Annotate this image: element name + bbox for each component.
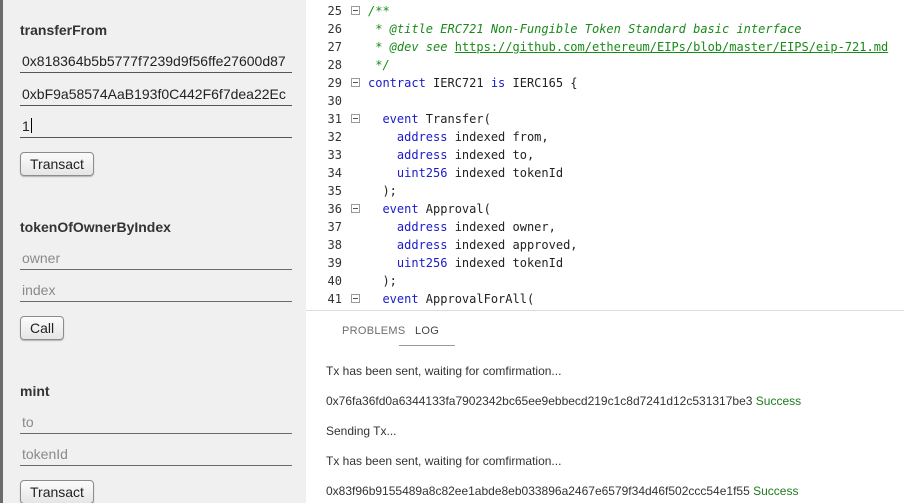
tx-hash: 0x83f96b9155489a8c82ee1abde8eb033896a246… [326,484,750,498]
line-number: 41 [327,292,342,306]
method-tokenOfOwnerByIndex: tokenOfOwnerByIndex owner index Call [20,217,292,340]
line-number: 39 [327,256,342,270]
line-number: 27 [327,40,342,54]
line-number: 34 [327,166,342,180]
to-input[interactable]: 0xbF9a58574AaB193f0C442F6f7dea22Ec [20,84,292,106]
line-number: 32 [327,130,342,144]
mint-to-input[interactable]: to [20,412,292,434]
method-title: tokenOfOwnerByIndex [20,219,171,235]
panel-accent-bar [0,0,3,503]
code-text: uint256 indexed tokenId [368,256,564,270]
code-line: 31 event Transfer( [306,110,904,128]
code-text: ); [368,274,397,288]
code-text: event ApprovalForAll( [368,292,535,306]
code-text: address indexed approved, [368,238,578,252]
line-number: 31 [327,112,342,126]
code-line: 34 uint256 indexed tokenId [306,164,904,182]
code-text: contract IERC721 is IERC165 { [368,76,578,90]
code-text: * @dev see https://github.com/ethereum/E… [368,40,889,54]
from-input[interactable]: 0x818364b5b5777f7239d9f56ffe27600d87 [20,51,292,73]
code-line: 30 [306,92,904,110]
line-number: 33 [327,148,342,162]
fold-toggle-icon[interactable] [351,294,360,303]
tokenOfOwnerByIndex-call-button[interactable]: Call [20,316,65,340]
method-title: transferFrom [20,22,108,38]
mint-tokenId-input[interactable]: tokenId [20,444,292,466]
code-line: 37 address indexed owner, [306,218,904,236]
code-editor[interactable]: 25 /** 26 * @title ERC721 Non-Fungible Tok… [306,0,904,310]
code-text: address indexed from, [368,130,549,144]
code-text: address indexed owner, [368,220,556,234]
tab-log-label: LOG [415,325,440,337]
code-line: 36 event Approval( [306,200,904,218]
index-input[interactable]: index [20,280,292,302]
transferFrom-transact-button[interactable]: Transact [20,152,94,176]
code-text: uint256 indexed tokenId [368,166,564,180]
tokenId-input[interactable]: 1 [20,116,292,138]
success-status: Success [755,394,802,408]
method-transferFrom: transferFrom 0x818364b5b5777f7239d9f56ff… [20,20,292,176]
code-line: 41 event ApprovalForAll( [306,290,904,308]
code-text: ); [368,184,397,198]
fold-toggle-icon[interactable] [351,114,360,123]
code-text: address indexed to, [368,148,535,162]
code-line: 25 /** [306,2,904,20]
line-number: 38 [327,238,342,252]
contract-methods-panel: transferFrom 0x818364b5b5777f7239d9f56ff… [0,0,306,503]
method-mint: mint to tokenId Transact [20,381,292,503]
line-number: 36 [327,202,342,216]
log-line: 0x76fa36fd0a6344133fa7902342bc65ee9ebbec… [326,394,801,408]
line-number: 26 [327,22,342,36]
fold-toggle-icon[interactable] [351,6,360,15]
code-text: * @title ERC721 Non-Fungible Token Stand… [368,22,802,36]
log-text: Tx has been sent, waiting for comfirmati… [326,454,562,468]
code-line: 28 */ [306,56,904,74]
output-panel: PROBLEMS LOG Tx has been sent, waiting f… [306,310,904,504]
code-line: 40 ); [306,272,904,290]
line-number: 37 [327,220,342,234]
log-line: Tx has been sent, waiting for comfirmati… [326,364,561,378]
line-number: 40 [327,274,342,288]
code-line: 32 address indexed from, [306,128,904,146]
log-line: 0x83f96b9155489a8c82ee1abde8eb033896a246… [326,484,798,498]
code-text: event Approval( [368,202,491,216]
line-number: 25 [327,4,342,18]
fold-toggle-icon[interactable] [351,204,360,213]
code-text: event Transfer( [368,112,491,126]
code-line: 39 uint256 indexed tokenId [306,254,904,272]
tx-hash: 0x76fa36fd0a6344133fa7902342bc65ee9ebbec… [326,394,753,408]
fold-toggle-icon[interactable] [351,78,360,87]
eip-link[interactable]: https://github.com/ethereum/EIPs/blob/ma… [455,40,888,54]
code-line: 26 * @title ERC721 Non-Fungible Token St… [306,20,904,38]
method-title: mint [20,383,50,399]
line-number: 29 [327,76,342,90]
code-line: 38 address indexed approved, [306,236,904,254]
owner-input[interactable]: owner [20,248,292,270]
log-line: Sending Tx... [326,424,397,438]
code-text: */ [368,58,390,72]
code-line: 27 * @dev see https://github.com/ethereu… [306,38,904,56]
log-text: Sending Tx... [326,424,397,438]
code-line: 33 address indexed to, [306,146,904,164]
log-line: Tx has been sent, waiting for comfirmati… [326,454,561,468]
line-number: 30 [327,94,342,108]
mint-transact-button[interactable]: Transact [20,480,94,503]
log-text: Tx has been sent, waiting for comfirmati… [326,364,562,378]
code-text: /** [368,4,390,18]
line-number: 35 [327,184,342,198]
tab-problems[interactable]: PROBLEMS [342,311,406,345]
tokenId-value: 1 [22,118,30,134]
line-number: 28 [327,58,342,72]
success-status: Success [753,484,799,498]
code-line: 29 contract IERC721 is IERC165 { [306,74,904,92]
tab-log[interactable]: LOG [399,311,455,346]
code-line: 35 ); [306,182,904,200]
